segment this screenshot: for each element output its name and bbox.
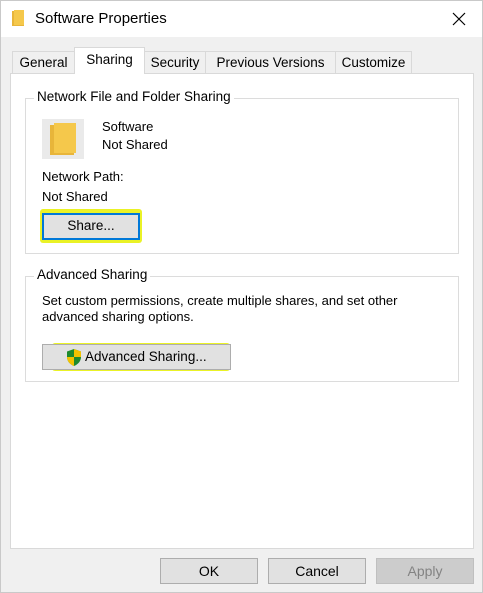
- tab-label: Customize: [341, 55, 406, 70]
- network-sharing-group: Network File and Folder Sharing Software…: [25, 89, 459, 254]
- advanced-sharing-description-line2: advanced sharing options.: [42, 309, 194, 324]
- tab-general[interactable]: General: [12, 51, 75, 73]
- cancel-button[interactable]: Cancel: [268, 558, 366, 584]
- tab-sharing[interactable]: Sharing: [74, 47, 145, 74]
- ok-button[interactable]: OK: [160, 558, 258, 584]
- title-bar: Software Properties: [1, 1, 482, 37]
- network-sharing-group-label: Network File and Folder Sharing: [34, 89, 234, 104]
- advanced-sharing-group-label: Advanced Sharing: [34, 267, 151, 282]
- tab-customize[interactable]: Customize: [335, 51, 412, 73]
- advanced-sharing-button-label: Advanced Sharing...: [85, 349, 207, 364]
- apply-button[interactable]: Apply: [376, 558, 474, 584]
- share-button-label: Share...: [67, 218, 115, 233]
- tab-label: General: [19, 55, 68, 70]
- advanced-sharing-group: Advanced Sharing Set custom permissions,…: [25, 267, 459, 382]
- ok-button-label: OK: [198, 563, 220, 579]
- folder-icon: [42, 119, 84, 159]
- tab-label: Security: [150, 55, 200, 70]
- tab-security[interactable]: Security: [144, 51, 206, 73]
- close-icon: [452, 12, 466, 26]
- share-status: Not Shared: [102, 137, 168, 152]
- share-button[interactable]: Share...: [42, 213, 140, 240]
- shield-icon: [67, 349, 81, 366]
- network-path-label: Network Path:: [42, 169, 124, 184]
- apply-button-label: Apply: [407, 563, 443, 579]
- sharing-tab-panel: Network File and Folder Sharing Software…: [10, 73, 474, 549]
- tab-label: Previous Versions: [216, 55, 325, 70]
- properties-dialog: Software Properties General Sharing Secu…: [0, 0, 483, 593]
- tab-label: Sharing: [86, 52, 133, 67]
- cancel-button-label: Cancel: [295, 563, 339, 579]
- advanced-sharing-description: Set custom permissions, create multiple …: [42, 293, 398, 308]
- folder-icon: [12, 10, 24, 26]
- close-button[interactable]: [436, 1, 482, 37]
- advanced-sharing-button[interactable]: Advanced Sharing...: [42, 344, 231, 370]
- tab-previous-versions[interactable]: Previous Versions: [205, 51, 336, 73]
- folder-name: Software: [102, 119, 154, 134]
- window-title: Software Properties: [35, 10, 167, 27]
- network-path-value: Not Shared: [42, 189, 108, 204]
